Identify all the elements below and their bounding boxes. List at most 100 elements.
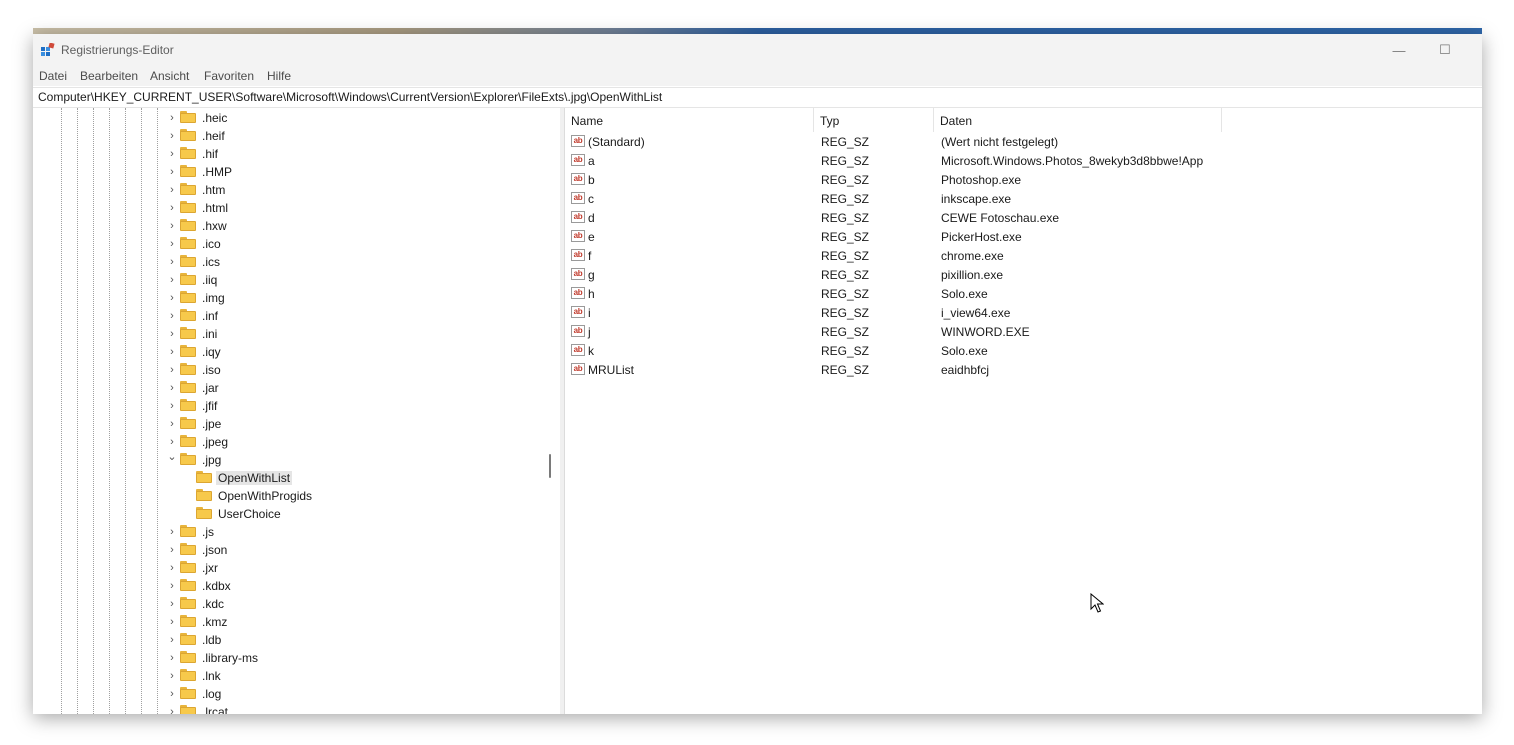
tree-item[interactable]: UserChoice [33, 505, 558, 523]
value-row[interactable]: ab j REG_SZ WINWORD.EXE [565, 323, 1482, 342]
chevron-right-icon[interactable]: › [167, 148, 177, 160]
tree-item[interactable]: › .ics [33, 253, 558, 271]
chevron-right-icon[interactable]: › [167, 436, 177, 448]
value-row[interactable]: ab h REG_SZ Solo.exe [565, 285, 1482, 304]
chevron-right-icon[interactable]: › [167, 220, 177, 232]
tree-item[interactable]: › .jpe [33, 415, 558, 433]
value-row[interactable]: ab a REG_SZ Microsoft.Windows.Photos_8wekyb… [565, 152, 1482, 171]
chevron-right-icon[interactable]: › [167, 184, 177, 196]
chevron-right-icon[interactable]: › [167, 706, 177, 714]
column-separator[interactable] [1221, 108, 1222, 132]
maximize-button[interactable]: ☐ [1422, 34, 1468, 66]
value-row[interactable]: ab f REG_SZ chrome.exe [565, 247, 1482, 266]
tree-item[interactable]: › .inf [33, 307, 558, 325]
value-row[interactable]: ab i REG_SZ i_view64.exe [565, 304, 1482, 323]
value-row[interactable]: ab k REG_SZ Solo.exe [565, 342, 1482, 361]
chevron-right-icon[interactable]: › [167, 688, 177, 700]
chevron-right-icon[interactable]: › [167, 274, 177, 286]
tree-item[interactable]: ⌄ .jpg [33, 451, 558, 469]
chevron-right-icon[interactable]: › [167, 346, 177, 358]
tree-item[interactable]: › .lnk [33, 667, 558, 685]
chevron-right-icon[interactable]: › [167, 634, 177, 646]
chevron-right-icon[interactable]: › [167, 310, 177, 322]
chevron-right-icon[interactable]: › [167, 382, 177, 394]
chevron-right-icon[interactable]: › [167, 652, 177, 664]
column-header-data[interactable]: Daten [934, 108, 1221, 132]
tree-item[interactable]: › .hif [33, 145, 558, 163]
chevron-down-icon[interactable]: ⌄ [167, 451, 177, 463]
chevron-right-icon[interactable]: › [167, 580, 177, 592]
tree-item[interactable]: › .log [33, 685, 558, 703]
address-path[interactable]: Computer\HKEY_CURRENT_USER\Software\Micr… [38, 90, 662, 104]
tree-item[interactable]: › .kdbx [33, 577, 558, 595]
tree-item[interactable]: › .ico [33, 235, 558, 253]
value-row[interactable]: ab c REG_SZ inkscape.exe [565, 190, 1482, 209]
menu-datei[interactable]: Datei [39, 69, 67, 83]
tree-item[interactable]: › .hxw [33, 217, 558, 235]
value-row[interactable]: ab (Standard) REG_SZ (Wert nicht festgelegt… [565, 133, 1482, 152]
tree-item[interactable]: › .iiq [33, 271, 558, 289]
tree-item[interactable]: › .kmz [33, 613, 558, 631]
chevron-right-icon[interactable]: › [167, 238, 177, 250]
maximize-icon: ☐ [1439, 42, 1451, 57]
chevron-right-icon[interactable]: › [167, 328, 177, 340]
chevron-right-icon[interactable]: › [167, 364, 177, 376]
tree-item[interactable]: › .iso [33, 361, 558, 379]
chevron-right-icon[interactable]: › [167, 562, 177, 574]
tree-item[interactable]: › .jpeg [33, 433, 558, 451]
chevron-right-icon[interactable]: › [167, 166, 177, 178]
chevron-right-icon[interactable]: › [167, 544, 177, 556]
tree-item[interactable]: › .ldb [33, 631, 558, 649]
tree-item[interactable]: OpenWithProgids [33, 487, 558, 505]
chevron-right-icon[interactable]: › [167, 400, 177, 412]
tree-item[interactable]: › .ini [33, 325, 558, 343]
column-header-type[interactable]: Typ [814, 108, 933, 132]
tree-item[interactable]: › .iqy [33, 343, 558, 361]
address-bar[interactable]: Computer\HKEY_CURRENT_USER\Software\Micr… [33, 87, 1482, 108]
menu-ansicht[interactable]: Ansicht [150, 69, 189, 83]
tree-item[interactable]: › .heic [33, 109, 558, 127]
chevron-right-icon[interactable]: › [167, 112, 177, 124]
chevron-right-icon[interactable]: › [167, 130, 177, 142]
chevron-right-icon[interactable]: › [167, 256, 177, 268]
values-list[interactable]: Name Typ Daten ab (Standard) REG_SZ (Wert n… [565, 108, 1482, 714]
string-value-icon: ab [571, 287, 585, 299]
chevron-right-icon[interactable]: › [167, 418, 177, 430]
value-row[interactable]: ab g REG_SZ pixillion.exe [565, 266, 1482, 285]
tree-item[interactable]: › .library-ms [33, 649, 558, 667]
key-tree[interactable]: › .heic › .heif › .hif › .HMP › .htm › .html › .hxw ›.… [33, 108, 558, 714]
tree-item[interactable]: › .jar [33, 379, 558, 397]
value-row[interactable]: ab MRUList REG_SZ eaidhbfcj [565, 361, 1482, 380]
chevron-right-icon[interactable]: › [167, 202, 177, 214]
column-header-name[interactable]: Name [565, 108, 813, 132]
chevron-right-icon[interactable]: › [167, 292, 177, 304]
menu-hilfe[interactable]: Hilfe [267, 69, 291, 83]
chevron-right-icon[interactable]: › [167, 526, 177, 538]
menu-bearbeiten[interactable]: Bearbeiten [80, 69, 138, 83]
tree-item[interactable]: › .jxr [33, 559, 558, 577]
value-data: Microsoft.Windows.Photos_8wekyb3d8bbwe!A… [941, 154, 1204, 168]
tree-item[interactable]: › .htm [33, 181, 558, 199]
tree-item[interactable]: OpenWithList [33, 469, 558, 487]
menu-favoriten[interactable]: Favoriten [204, 69, 254, 83]
value-row[interactable]: ab b REG_SZ Photoshop.exe [565, 171, 1482, 190]
value-row[interactable]: ab d REG_SZ CEWE Fotoschau.exe [565, 209, 1482, 228]
value-row[interactable]: ab e REG_SZ PickerHost.exe [565, 228, 1482, 247]
tree-item[interactable]: › .json [33, 541, 558, 559]
chevron-right-icon[interactable]: › [167, 670, 177, 682]
minimize-button[interactable]: — [1376, 34, 1422, 66]
tree-item[interactable]: › .html [33, 199, 558, 217]
tree-item[interactable]: › .HMP [33, 163, 558, 181]
tree-item[interactable]: › .js [33, 523, 558, 541]
tree-item[interactable]: › .heif [33, 127, 558, 145]
tree-item[interactable]: › .kdc [33, 595, 558, 613]
chevron-right-icon[interactable]: › [167, 598, 177, 610]
string-value-icon: ab [571, 268, 585, 280]
title-bar[interactable]: Registrierungs-Editor — ☐ [33, 34, 1482, 66]
tree-item[interactable]: › .lrcat [33, 703, 558, 714]
value-name: i [588, 306, 591, 320]
chevron-right-icon[interactable]: › [167, 616, 177, 628]
tree-item[interactable]: › .jfif [33, 397, 558, 415]
value-name: c [588, 192, 594, 206]
tree-item[interactable]: › .img [33, 289, 558, 307]
